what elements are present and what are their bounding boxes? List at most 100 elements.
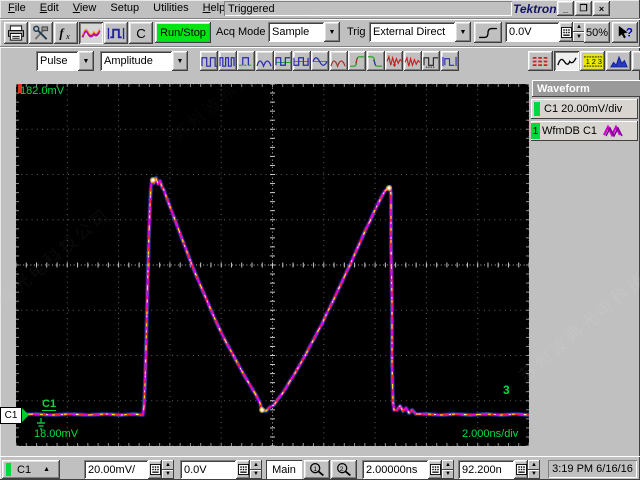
waveform-row-wfmdb[interactable]: 1 WfmDB C1 — [531, 121, 638, 141]
waveform-row-scale[interactable]: C1 20.00mV/div — [531, 99, 638, 119]
cursors-button[interactable] — [528, 51, 553, 71]
readouts-button[interactable]: 1 2 3 — [580, 51, 605, 71]
vertical-offset-keypad-button[interactable] — [236, 460, 250, 479]
horizontal-position-field[interactable]: 92.200n — [458, 460, 514, 479]
zoom2-button[interactable]: 2 — [331, 460, 357, 479]
timebase-label: 2.000ns/div — [462, 428, 519, 440]
vertical-scale-spin-down[interactable]: ▼ — [162, 469, 174, 479]
channel-marker[interactable]: C1 — [0, 407, 29, 424]
trig-level-keypad-button[interactable] — [559, 22, 573, 42]
run-stop-label: Run/Stop — [160, 26, 206, 39]
horizontal-position-spin-down[interactable]: ▼ — [528, 469, 540, 479]
noise-burst-icon — [385, 54, 403, 69]
context-help-button[interactable]: ? — [612, 22, 638, 43]
svg-text:1: 1 — [313, 466, 317, 473]
channel-select-button[interactable]: C1 ▲ — [2, 460, 60, 479]
datetime-text: 3:19 PM 6/16/16 — [552, 463, 633, 475]
vertical-offset-field[interactable]: 0.0V — [180, 460, 236, 479]
trigger-status-box: Triggered — [224, 1, 512, 16]
horizontal-mode-button[interactable]: Main — [266, 460, 302, 479]
minimize-button[interactable]: _ — [557, 1, 574, 16]
horizontal-position-keypad-button[interactable] — [514, 460, 528, 479]
trigger-status-text: Triggered — [228, 2, 275, 15]
trig-level-group: 0.0V ▲ ▼ — [505, 22, 585, 42]
vertical-offset-spin-down[interactable]: ▼ — [250, 469, 262, 479]
vertical-scale-field[interactable]: 20.00mV/ — [84, 460, 148, 479]
chevron-down-icon[interactable]: ▼ — [324, 22, 340, 42]
menu-setup[interactable]: Setup — [104, 0, 147, 17]
pulse-pair-button[interactable] — [200, 51, 218, 71]
rising-edge-icon — [349, 54, 366, 69]
vertical-offset-spinner: ▲ ▼ — [250, 460, 262, 479]
acq-mode-select[interactable]: Sample ▼ — [268, 22, 340, 42]
menu-edit[interactable]: Edit — [34, 0, 67, 17]
waveform-button[interactable] — [79, 22, 103, 44]
run-stop-button[interactable]: Run/Stop — [155, 22, 211, 43]
waveform-display: 182.0mV 18.00mV 2.000ns/div 3 C1 — [16, 84, 529, 446]
measure-type-select[interactable]: Amplitude ▼ — [100, 51, 188, 71]
vertical-scale-spin-up[interactable]: ▲ — [162, 460, 174, 470]
trig-source-select[interactable]: External Direct ▼ — [369, 22, 471, 42]
channel-marker-label: C1 — [4, 410, 18, 421]
tools-button[interactable] — [29, 22, 53, 44]
gated-burst-button[interactable] — [440, 51, 459, 71]
rising-edge-button[interactable] — [348, 51, 366, 71]
square-wave-inverted-button[interactable] — [292, 51, 311, 71]
menu-file[interactable]: File — [2, 0, 34, 17]
wfmdb-number: 1 — [532, 125, 539, 137]
chevron-down-icon[interactable]: ▼ — [78, 51, 94, 71]
keypad-icon — [560, 26, 572, 38]
menu-bar: File Edit View Setup Utilities Help Triggered… — [0, 0, 640, 18]
gated-pulse-button[interactable] — [237, 51, 255, 71]
chevron-down-icon[interactable]: ▼ — [455, 22, 471, 42]
close-button[interactable]: × — [593, 1, 610, 16]
print-button[interactable] — [4, 22, 28, 44]
vertical-offset-spin-up[interactable]: ▲ — [250, 460, 262, 470]
menu-view[interactable]: View — [67, 0, 105, 17]
eye-diagram-button[interactable]: 101 — [632, 51, 640, 71]
double-peak-button[interactable] — [255, 51, 274, 71]
noise-burst2-button[interactable] — [403, 51, 422, 71]
set-50-button[interactable]: 50% — [584, 22, 610, 43]
horizontal-scale-spinner: ▲ ▼ — [442, 460, 454, 479]
channel-color-stripe — [6, 463, 11, 476]
zoom1-button[interactable]: 1 — [304, 460, 330, 479]
waveform-view-button[interactable] — [554, 51, 579, 71]
trig-slope-button[interactable] — [474, 22, 502, 43]
trig-level-field[interactable]: 0.0V — [505, 22, 559, 42]
measure-category-select[interactable]: Pulse ▼ — [36, 51, 94, 71]
histogram-button[interactable] — [606, 51, 631, 71]
double-peak-red-icon — [330, 54, 347, 69]
restore-button[interactable]: ❐ — [575, 1, 592, 16]
horizontal-scale-field[interactable]: 2.00000ns — [362, 460, 428, 479]
horizontal-scale-keypad-button[interactable] — [428, 460, 442, 479]
cursors-icon — [531, 54, 551, 69]
status-bar: C1 ▲ 20.00mV/▲ ▼ 0.0V ▲ ▼ Main 1 2 2.00000n… — [0, 456, 640, 480]
horizontal-position-group: 92.200n ▲ ▼ — [458, 460, 540, 479]
chevron-down-icon[interactable]: ▼ — [172, 51, 188, 71]
horizontal-scale-spin-up[interactable]: ▲ — [442, 460, 454, 470]
readouts-icon: 1 2 3 — [582, 53, 603, 69]
double-peak-red-button[interactable] — [329, 51, 348, 71]
pulse-train-icon — [219, 54, 236, 69]
fx-button[interactable]: fx — [54, 22, 78, 44]
trig-level-value: 0.0V — [509, 26, 532, 38]
horizontal-position-spinner: ▲ ▼ — [528, 460, 540, 479]
pulse-timing-button[interactable] — [422, 51, 440, 71]
falling-edge-icon — [367, 54, 384, 69]
pulse-train-button[interactable] — [218, 51, 237, 71]
graticule-svg — [16, 84, 529, 446]
horizontal-position-spin-up[interactable]: ▲ — [528, 460, 540, 470]
noise-burst-button[interactable] — [385, 51, 403, 71]
falling-edge-button[interactable] — [366, 51, 385, 71]
square-wave-button[interactable] — [274, 51, 292, 71]
horizontal-scale-spin-down[interactable]: ▼ — [442, 469, 454, 479]
set-50-label: 50% — [585, 26, 609, 39]
vertical-scale-keypad-button[interactable] — [148, 460, 162, 479]
menu-utilities[interactable]: Utilities — [147, 0, 196, 17]
pulse-button[interactable] — [104, 22, 128, 44]
sine-cycle-button[interactable] — [311, 51, 329, 71]
c-button[interactable]: C — [129, 22, 153, 44]
channel-select-label: C1 — [17, 463, 32, 476]
measure-category-value: Pulse — [40, 55, 68, 67]
